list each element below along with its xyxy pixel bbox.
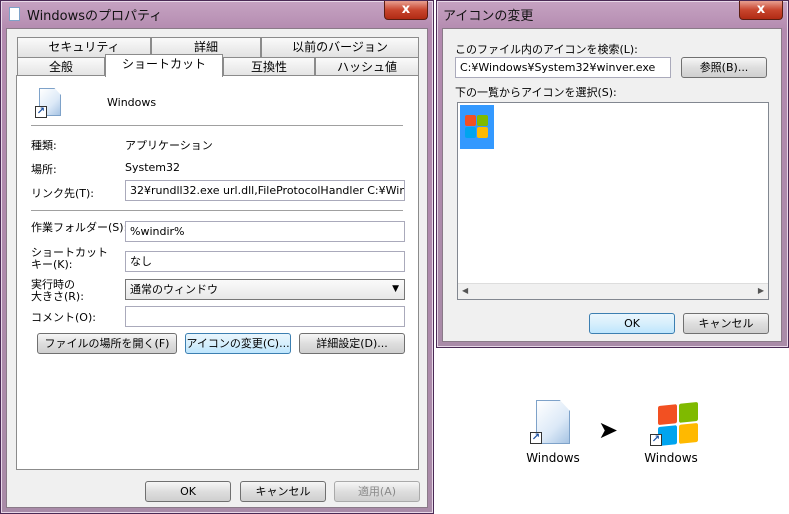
workdir-field[interactable]: %windir% [125, 221, 405, 242]
selected-icon-item[interactable] [460, 105, 494, 149]
scroll-right-icon[interactable]: ▶ [758, 286, 764, 295]
apply-button[interactable]: 適用(A) [334, 481, 420, 502]
horizontal-scrollbar[interactable]: ◀ ▶ [458, 283, 768, 299]
icon-list[interactable]: ◀ ▶ [457, 102, 769, 300]
location-value: System32 [125, 161, 181, 174]
before-label: Windows [526, 451, 580, 465]
properties-window: Windowsのプロパティ x セキュリティ 詳細 以前のバージョン 全般 ショ… [0, 0, 434, 514]
file-title-icon [9, 7, 20, 21]
after-label: Windows [644, 451, 698, 465]
location-label: 場所: [31, 163, 57, 176]
separator [31, 210, 403, 211]
type-label: 種類: [31, 139, 57, 152]
target-field[interactable]: 32¥rundll32.exe url.dll,FileProtocolHand… [125, 180, 405, 201]
shortcut-key-label-line2: キー(K): [31, 258, 73, 271]
run-size-value: 通常のウィンドウ [130, 283, 218, 296]
shortcut-arrow-icon: ↗ [530, 432, 542, 444]
windows-logo-icon [658, 401, 698, 447]
ok-button[interactable]: OK [145, 481, 231, 502]
ok-button[interactable]: OK [589, 313, 675, 334]
dialog-title: アイコンの変更 [443, 9, 534, 24]
comment-field[interactable] [125, 306, 405, 327]
right-arrow-icon: ➤ [598, 416, 619, 444]
windows-logo-icon [465, 115, 489, 139]
tab-previous-versions[interactable]: 以前のバージョン [261, 37, 419, 57]
tab-compatibility[interactable]: 互換性 [223, 57, 315, 77]
advanced-button[interactable]: 詳細設定(D)... [299, 333, 405, 354]
tab-shortcut[interactable]: ショートカット [105, 54, 223, 77]
icon-list-label: 下の一覧からアイコンを選択(S): [455, 86, 617, 99]
shortcut-arrow-icon: ↗ [35, 106, 47, 118]
target-label: リンク先(T): [31, 187, 95, 200]
cancel-button[interactable]: キャンセル [683, 313, 769, 334]
workdir-label: 作業フォルダー(S): [31, 221, 128, 234]
change-icon-button[interactable]: アイコンの変更(C)... [185, 333, 291, 354]
scroll-left-icon[interactable]: ◀ [462, 286, 468, 295]
tab-hash[interactable]: ハッシュ値 [315, 57, 419, 77]
comment-label: コメント(O): [31, 311, 96, 324]
window-title: Windowsのプロパティ [27, 9, 163, 24]
cancel-button[interactable]: キャンセル [240, 481, 326, 502]
run-size-label-line2: 大きさ(R): [31, 290, 84, 303]
shortcut-key-field[interactable]: なし [125, 251, 405, 272]
shortcut-page: ↗ Windows 種類: アプリケーション 場所: System32 リンク先… [16, 75, 419, 470]
close-button[interactable]: x [384, 1, 428, 20]
type-value: アプリケーション [125, 139, 213, 152]
change-icon-window: アイコンの変更 x このファイル内のアイコンを検索(L): C:¥Windows… [436, 0, 789, 348]
dialog-body: このファイル内のアイコンを検索(L): C:¥Windows¥System32¥… [442, 28, 782, 342]
path-field[interactable]: C:¥Windows¥System32¥winver.exe [455, 57, 671, 78]
close-button[interactable]: x [739, 1, 783, 20]
tab-general[interactable]: 全般 [17, 57, 105, 77]
after-icon: ↗ [650, 401, 698, 450]
separator [31, 125, 403, 126]
open-file-location-button[interactable]: ファイルの場所を開く(F) [37, 333, 177, 354]
run-size-select[interactable]: 通常のウィンドウ ▼ [125, 279, 405, 300]
shortcut-arrow-icon: ↗ [650, 434, 662, 446]
before-icon: ↗ [530, 400, 576, 450]
browse-button[interactable]: 参照(B)... [681, 57, 767, 78]
chevron-down-icon: ▼ [392, 284, 399, 294]
search-label: このファイル内のアイコンを検索(L): [455, 43, 638, 56]
file-name: Windows [107, 96, 157, 109]
